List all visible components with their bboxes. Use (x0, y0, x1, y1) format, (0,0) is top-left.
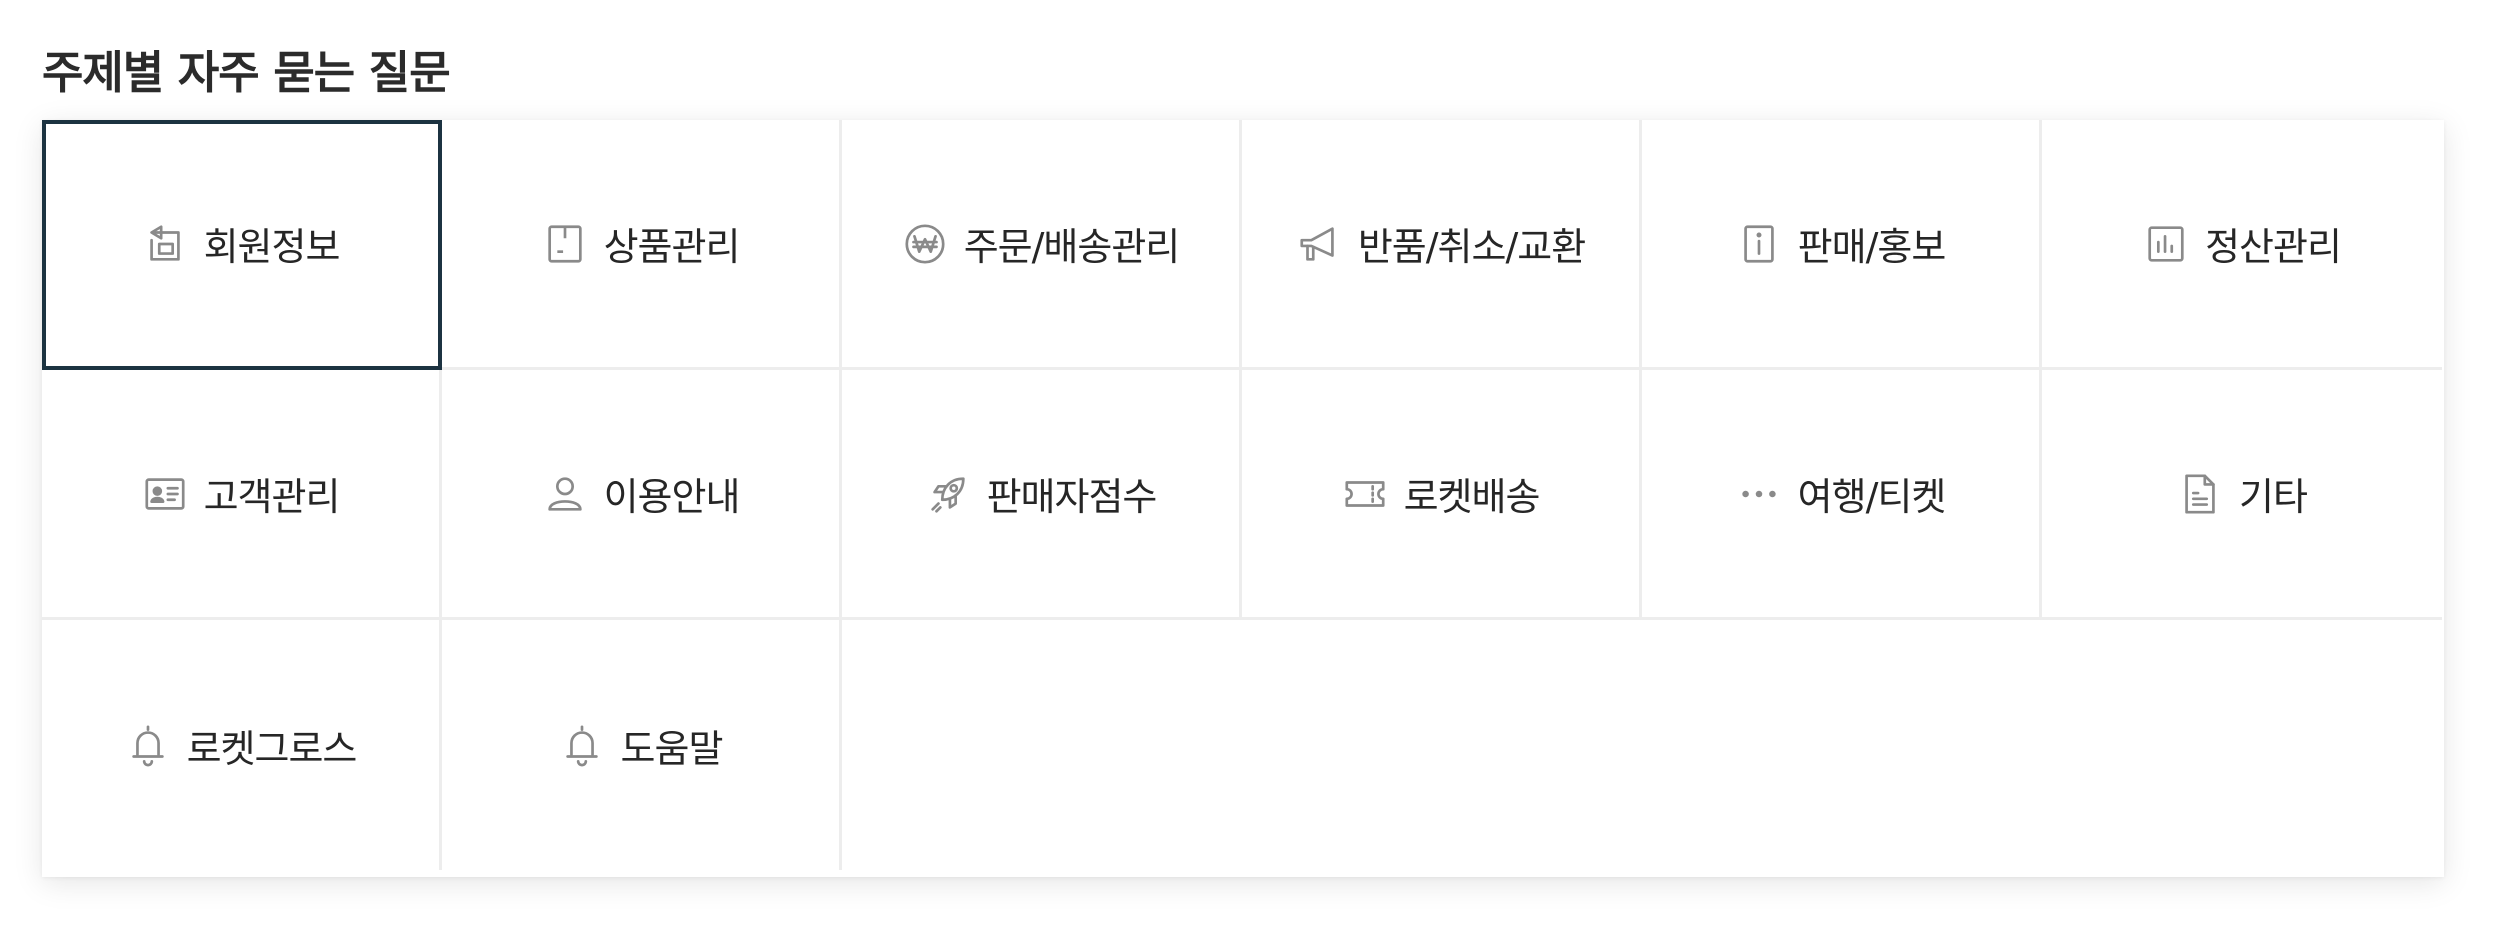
category-label: 반품/취소/교환 (1357, 225, 1586, 269)
category-label: 정산관리 (2205, 225, 2342, 269)
info-icon (1736, 221, 1782, 267)
bell-icon (125, 722, 171, 768)
member-info-icon (142, 221, 188, 267)
category-panel: 회원정보 상품관리 주문/배송관리 반품/취소/교환 판매/홍보 정산관리 고객… (42, 120, 2444, 877)
category-order-shipping[interactable]: 주문/배송관리 (842, 120, 1242, 370)
more-dots-icon (1736, 471, 1782, 517)
category-label: 상품관리 (603, 225, 741, 269)
category-label: 이용안내 (603, 475, 741, 519)
category-return-cancel-exchange[interactable]: 반품/취소/교환 (1242, 120, 1642, 370)
category-label: 도움말 (620, 726, 724, 771)
category-etc[interactable]: 기타 (2042, 370, 2442, 620)
category-label: 로켓그로스 (186, 726, 358, 771)
category-grid: 회원정보 상품관리 주문/배송관리 반품/취소/교환 판매/홍보 정산관리 고객… (42, 120, 2442, 870)
category-label: 여행/티켓 (1797, 475, 1947, 519)
rocket-icon (925, 471, 971, 517)
page-title: 주제별 자주 묻는 질문 (42, 46, 451, 99)
document-icon (2177, 471, 2223, 517)
ticket-icon (1342, 471, 1388, 517)
megaphone-icon (1296, 221, 1342, 267)
category-label: 고객관리 (203, 475, 341, 519)
category-customer[interactable]: 고객관리 (42, 370, 442, 620)
bell-icon (559, 722, 605, 768)
category-settlement[interactable]: 정산관리 (2042, 120, 2442, 370)
category-label: 판매자점수 (986, 475, 1158, 519)
category-product[interactable]: 상품관리 (442, 120, 842, 370)
category-travel-ticket[interactable]: 여행/티켓 (1642, 370, 2042, 620)
id-card-icon (142, 471, 188, 517)
user-icon (542, 471, 588, 517)
category-label: 회원정보 (203, 225, 341, 269)
category-rocket-growth[interactable]: 로켓그로스 (42, 620, 442, 870)
category-sales-promotion[interactable]: 판매/홍보 (1642, 120, 2042, 370)
category-rocket-delivery[interactable]: 로켓배송 (1242, 370, 1642, 620)
category-label: 로켓배송 (1403, 475, 1541, 519)
category-label: 기타 (2239, 475, 2308, 519)
won-coin-icon (902, 221, 948, 267)
category-member-info[interactable]: 회원정보 (42, 120, 442, 370)
category-help[interactable]: 도움말 (442, 620, 842, 870)
category-label: 주문/배송관리 (963, 225, 1181, 269)
category-usage-guide[interactable]: 이용안내 (442, 370, 842, 620)
bar-chart-icon (2143, 221, 2189, 267)
category-seller-score[interactable]: 판매자점수 (842, 370, 1242, 620)
product-box-icon (542, 221, 588, 267)
category-label: 판매/홍보 (1797, 225, 1947, 269)
